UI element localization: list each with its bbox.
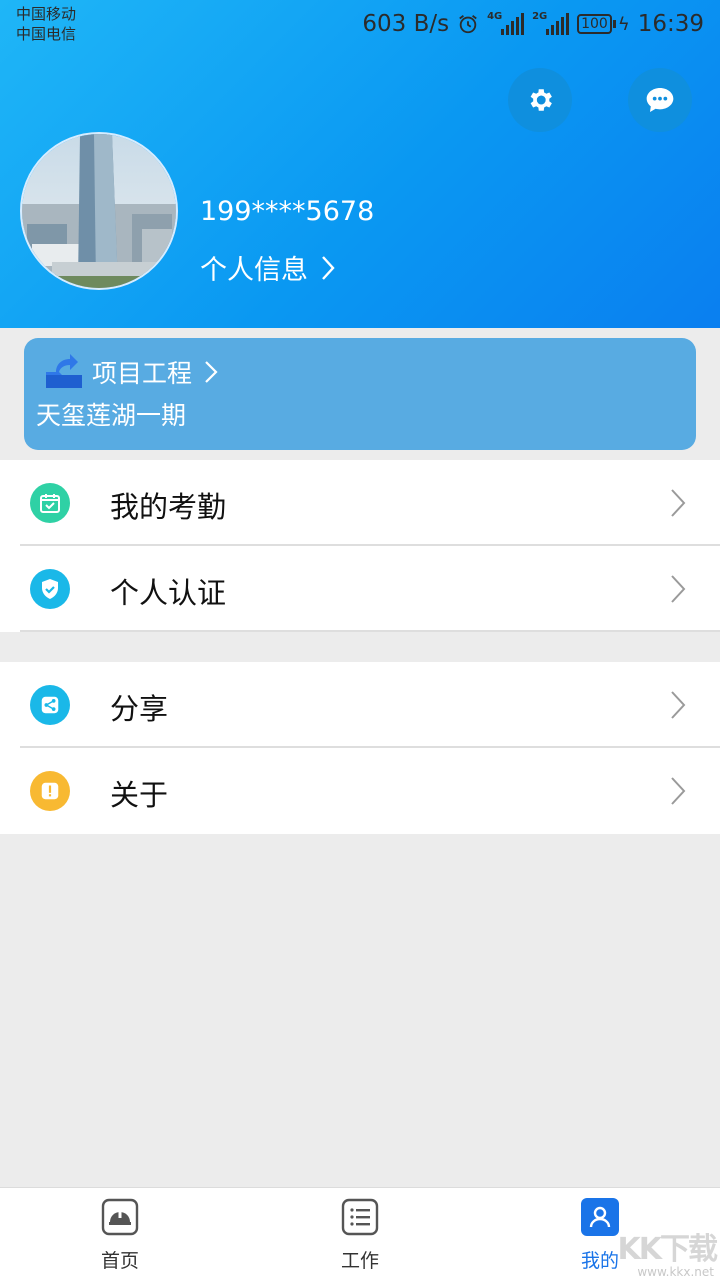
status-right: 603 B/s 4G 2G 100 ϟ 16:39: [362, 8, 704, 40]
chevron-right-icon: [671, 691, 686, 719]
divider: [20, 630, 720, 632]
project-card[interactable]: 项目工程 天玺莲湖一期: [24, 338, 696, 450]
menu-item-about[interactable]: 关于: [0, 748, 720, 834]
phone-number: 199****5678: [200, 196, 375, 227]
user-icon: [581, 1198, 619, 1236]
chevron-right-icon: [671, 575, 686, 603]
net-speed: 603 B/s: [362, 11, 450, 37]
charging-icon: ϟ: [617, 13, 630, 35]
avatar-building-image: [22, 134, 176, 288]
battery-icon: 100 ϟ: [577, 14, 630, 35]
avatar[interactable]: [20, 132, 178, 290]
menu-item-label: 关于: [110, 778, 169, 812]
menu-group-1: 我的考勤 个人认证: [0, 460, 720, 632]
clock-time: 16:39: [637, 11, 704, 37]
signal-1-icon: 4G: [487, 11, 525, 35]
messages-button[interactable]: [628, 68, 692, 132]
chat-bubble-icon: [646, 88, 674, 112]
tab-home[interactable]: 首页: [60, 1198, 180, 1278]
helmet-icon: [101, 1198, 139, 1236]
chevron-right-icon: [322, 255, 335, 280]
signal-1-tag: 4G: [487, 11, 503, 22]
menu-item-label: 个人认证: [110, 576, 227, 610]
chevron-right-icon: [205, 361, 218, 383]
signal-2-icon: 2G: [532, 11, 570, 35]
bottom-tab-bar: 首页 工作 我的 www.kkx.net: [0, 1187, 720, 1281]
personal-info-label: 个人信息: [200, 255, 308, 286]
profile-header: 中国移动 中国电信 603 B/s 4G 2G 100 ϟ 16:39 199*…: [0, 0, 720, 328]
signal-2-tag: 2G: [532, 11, 548, 22]
carriers: 中国移动 中国电信: [16, 4, 76, 44]
share-icon: [30, 685, 70, 725]
carrier-1: 中国移动: [16, 5, 77, 23]
calendar-check-icon: [30, 483, 70, 523]
project-title: 项目工程: [92, 354, 218, 390]
alarm-clock-icon: [459, 15, 477, 34]
list-icon: [341, 1198, 379, 1236]
carrier-2: 中国电信: [16, 25, 77, 43]
exclamation-icon: [30, 771, 70, 811]
chevron-right-icon: [671, 777, 686, 805]
shield-check-icon: [30, 569, 70, 609]
gear-icon: [530, 89, 552, 111]
project-name: 天玺莲湖一期: [36, 401, 187, 430]
menu-group-2: 分享 关于: [0, 662, 720, 834]
project-title-label: 项目工程: [92, 359, 193, 388]
menu-item-label: 分享: [110, 692, 169, 726]
chevron-right-icon: [671, 489, 686, 517]
battery-level: 100: [577, 14, 612, 34]
tab-label: 首页: [100, 1250, 139, 1272]
folder-share-icon: [46, 354, 82, 388]
menu-item-label: 我的考勤: [110, 490, 227, 524]
menu-item-certification[interactable]: 个人认证: [0, 546, 720, 632]
settings-button[interactable]: [508, 68, 572, 132]
personal-info-link[interactable]: 个人信息: [200, 248, 336, 287]
menu-item-attendance[interactable]: 我的考勤: [0, 460, 720, 546]
watermark-logo: KK下载: [617, 1232, 718, 1267]
tab-work[interactable]: 工作: [300, 1198, 420, 1278]
menu-item-share[interactable]: 分享: [0, 662, 720, 748]
tab-label: 工作: [340, 1250, 379, 1272]
status-bar: 中国移动 中国电信 603 B/s 4G 2G 100 ϟ 16:39: [0, 0, 720, 48]
